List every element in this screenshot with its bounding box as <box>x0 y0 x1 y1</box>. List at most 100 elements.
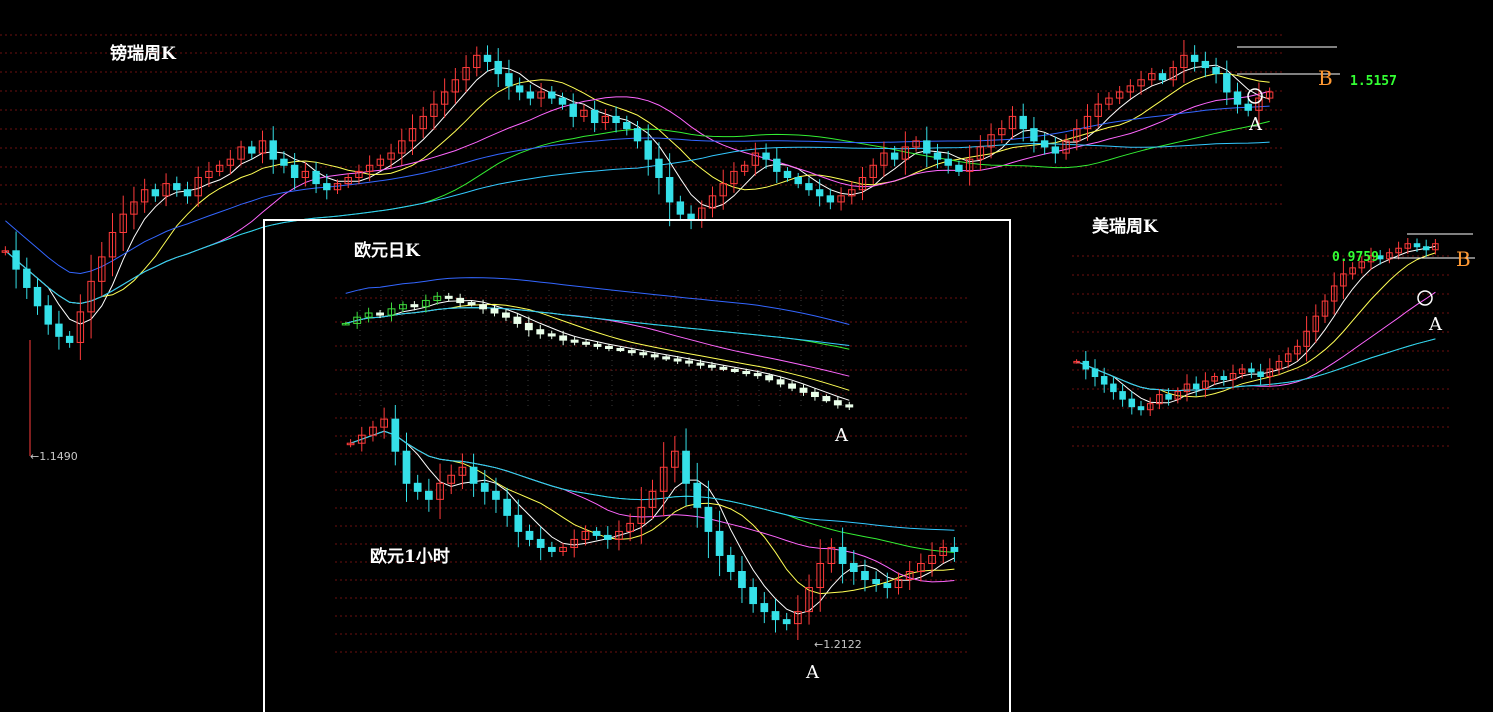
eurusd-daily-marker-a: A <box>834 425 849 446</box>
usdchf-ma60-line <box>1076 338 1436 392</box>
eurusd-daily-candle-body <box>616 347 625 352</box>
gbpchf-candle-body <box>1223 73 1231 93</box>
gbpchf-candle-body <box>1030 128 1038 142</box>
usdchf-ma40-line <box>1076 338 1436 392</box>
eurusd-daily-candle-body <box>605 345 613 349</box>
gbpchf-level-label: 1.5157 <box>1350 74 1397 89</box>
gbpchf-marker-b: B <box>1318 66 1333 90</box>
usdchf-candle-body <box>1413 243 1421 248</box>
eurusd-1h-candle-body <box>682 450 690 484</box>
eurusd-daily-candle-body <box>570 339 579 343</box>
gbpchf-candle-body <box>933 152 942 160</box>
usdchf-candle-body <box>1192 383 1200 390</box>
gbpchf-candle-body <box>955 164 963 172</box>
grid-lines <box>0 34 1450 653</box>
gbpchf-candle-body <box>1244 103 1252 111</box>
gbpchf-candle-body <box>12 250 20 270</box>
eurusd-1h-candle-body <box>592 530 601 536</box>
usdchf-candle-body <box>1422 246 1430 251</box>
usdchf-marker-a: A <box>1428 314 1443 335</box>
gbpchf-candle-body <box>505 73 513 87</box>
eurusd-1h-candle-body <box>693 482 702 508</box>
eurusd-daily-ma-long-line <box>345 277 850 325</box>
eurusd-1h-candle-body <box>536 538 545 548</box>
eurusd-1h-candle-body <box>715 530 724 556</box>
eurusd-daily-candle-body <box>490 308 499 314</box>
usdchf-marker-b: B <box>1456 247 1471 271</box>
eurusd-1h-candle-body <box>469 466 478 484</box>
gbpchf-candle-body <box>783 170 792 178</box>
eurusd-1h-marker-a: A <box>805 662 820 683</box>
eurusd-daily-candle-body <box>822 396 831 402</box>
gbpchf-candle-body <box>183 189 192 197</box>
gbpchf-candle-body <box>55 323 63 337</box>
eurusd-daily-candle-body <box>444 295 453 299</box>
chart-canvas: 镑瑞周K 美瑞周K 欧元日K 欧元1小时 ←1.1490 B 1.5157 A … <box>0 34 1475 712</box>
gbpchf-candle-body <box>173 183 181 191</box>
eurusd-daily-candle-body <box>673 358 682 362</box>
eurusd-daily-candle-body <box>765 375 774 381</box>
eurusd-1h-candle-body <box>603 534 612 540</box>
eurusd-1h-candle-body <box>413 482 422 492</box>
gbpchf-low-label: ←1.1490 <box>30 450 78 463</box>
gbpchf-candle-body <box>1233 91 1242 105</box>
gbpchf-ma40-line <box>5 120 1270 305</box>
usdchf-level-label: 0.9759 <box>1332 250 1379 265</box>
gbpchf-candle-body <box>151 189 160 197</box>
eurusd-1h-candle-body <box>872 579 880 585</box>
eurusd-daily-ma5-line <box>345 299 850 401</box>
eurusd-1h-candle-body <box>503 498 511 516</box>
eurusd-daily-candle-body <box>753 373 762 377</box>
usdchf-candle-body <box>1128 398 1136 408</box>
gbpchf-candle-body <box>794 176 802 185</box>
eurusd-1h-title: 欧元1小时 <box>370 546 450 567</box>
gbpchf-candle-body <box>526 91 535 99</box>
usdchf-candle-body <box>1248 368 1255 373</box>
eurusd-daily-candle-body <box>639 352 648 356</box>
gbpchf-candle-body <box>1040 140 1049 148</box>
eurusd-daily-candle-body <box>456 297 465 304</box>
eurusd-1h-candle-body <box>861 571 869 581</box>
eurusd-daily-candle-body <box>696 362 705 366</box>
usdchf-candle-body <box>1220 376 1228 381</box>
eurusd-daily-candle-body <box>845 404 854 408</box>
gbpchf-candle-body <box>483 54 492 62</box>
eurusd-daily-candle-body <box>662 356 671 360</box>
eurusd-daily-candle-body <box>467 302 476 306</box>
eurusd-1h-candle-body <box>883 583 892 589</box>
gbpchf-candle-body <box>665 176 674 203</box>
eurusd-1h-candle-body <box>782 619 791 625</box>
eurusd-daily-candle-body <box>524 322 533 331</box>
gbpchf-candle-body <box>644 140 652 160</box>
gbpchf-candle-body <box>323 183 331 191</box>
eurusd-daily-chart <box>341 277 854 410</box>
usdchf-candle-body <box>1091 368 1099 378</box>
gbpchf-candle-body <box>269 140 277 160</box>
usdchf-candle-body <box>1137 406 1145 411</box>
gbpchf-candle-body <box>515 85 524 93</box>
eurusd-1h-candle-body <box>492 490 500 500</box>
eurusd-daily-candle-body <box>410 304 419 308</box>
gbpchf-candle-body <box>815 189 824 197</box>
usdchf-candle-body <box>1082 360 1090 370</box>
eurusd-daily-candle-body <box>833 400 842 406</box>
gbpchf-candle-body <box>623 122 631 130</box>
eurusd-1h-chart <box>346 405 959 640</box>
gbpchf-candle-body <box>676 201 685 215</box>
gbpchf-candle-body <box>762 152 770 160</box>
eurusd-1h-candle-body <box>514 514 523 532</box>
eurusd-daily-title: 欧元日K <box>354 240 421 261</box>
eurusd-daily-candle-body <box>479 304 487 310</box>
eurusd-1h-candle-body <box>771 611 780 621</box>
gbpchf-candle-body <box>633 128 642 142</box>
usdchf-candle-body <box>1100 376 1108 385</box>
euro-panel-frame <box>263 219 1011 712</box>
eurusd-1h-candle-body <box>749 587 757 605</box>
gbpchf-candle-body <box>23 268 31 288</box>
gbpchf-candle-body <box>923 140 931 154</box>
eurusd-daily-candle-body <box>719 366 728 370</box>
gbpchf-candle-body <box>944 158 952 166</box>
eurusd-1h-candle-body <box>760 603 769 613</box>
eurusd-daily-candle-body <box>627 350 636 354</box>
eurusd-daily-candle-body <box>776 379 785 385</box>
